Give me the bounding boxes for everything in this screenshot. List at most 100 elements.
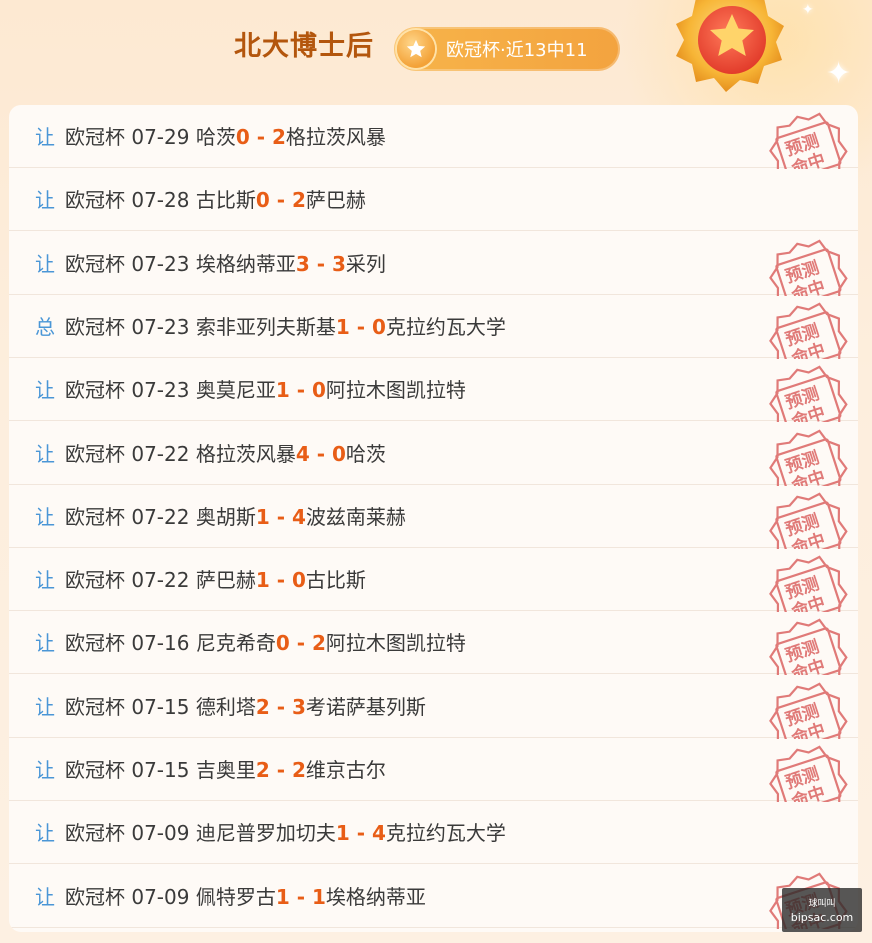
away-team: 维京古尔 xyxy=(305,758,386,782)
list-item[interactable]: 让欧冠杯 07-22 奥胡斯1 - 4波兹南莱赫 预测 命中 xyxy=(9,485,858,549)
bet-type-label: 让 xyxy=(35,188,55,213)
match-text: 欧冠杯 07-09 迪尼普罗加切夫1 - 4克拉约瓦大学 xyxy=(65,817,506,846)
medal-icon xyxy=(676,0,784,92)
list-item[interactable]: 让欧冠杯 07-15 德利塔2 - 3考诺萨基列斯 预测 命中 xyxy=(9,675,858,739)
match-info: 欧冠杯 07-23 索非亚列夫斯基 xyxy=(65,314,336,339)
list-item[interactable]: 让欧冠杯 07-16 尼克希奇0 - 2阿拉木图凯拉特 预测 命中 xyxy=(9,611,858,676)
score-separator: - xyxy=(269,568,292,593)
prediction-hit-stamp: 预测命中 xyxy=(769,362,849,423)
list-item[interactable]: 总欧冠杯 07-23 索非亚列夫斯基1 - 0克拉约瓦大学 预测 命中 xyxy=(9,295,858,359)
page-title: 北大博士后 xyxy=(234,31,374,62)
bet-type-label: 让 xyxy=(35,694,55,719)
match-info: 欧冠杯 07-22 萨巴赫 xyxy=(65,568,256,593)
list-item[interactable]: 让欧冠杯 07-29 哈茨0 - 2格拉茨风暴 预测 命中 xyxy=(9,105,858,169)
score-separator: - xyxy=(289,631,312,656)
away-score: 3 xyxy=(332,251,346,276)
home-score: 1 xyxy=(275,884,290,909)
home-score: 4 xyxy=(295,441,310,466)
list-item[interactable]: 让欧冠杯 07-28 古比斯0 - 2萨巴赫 xyxy=(9,168,858,232)
away-score: 0 xyxy=(312,378,326,403)
score-separator: - xyxy=(269,188,292,213)
match-info: 欧冠杯 07-29 哈茨 xyxy=(65,125,236,149)
prediction-hit-stamp: 预测命中 xyxy=(769,299,849,359)
score-separator: - xyxy=(269,694,292,719)
bet-type-label: 让 xyxy=(35,631,55,656)
match-info: 欧冠杯 07-23 奥莫尼亚 xyxy=(65,378,276,403)
home-score: 0 xyxy=(255,188,270,213)
match-text: 欧冠杯 07-23 奥莫尼亚1 - 0阿拉木图凯拉特 xyxy=(65,374,466,403)
match-text: 欧冠杯 07-28 古比斯0 - 2萨巴赫 xyxy=(65,184,366,213)
score-separator: - xyxy=(349,821,372,846)
home-score: 3 xyxy=(295,251,310,276)
list-item[interactable]: 让欧冠杯 07-15 吉奥里2 - 2维京古尔 预测 命中 xyxy=(9,738,858,802)
prediction-hit-stamp: 预测命中 xyxy=(769,489,849,549)
match-text: 欧冠杯 07-29 哈茨0 - 2格拉茨风暴 xyxy=(65,121,386,150)
match-info: 欧冠杯 07-15 吉奥里 xyxy=(65,758,256,782)
match-info: 欧冠杯 07-09 佩特罗古 xyxy=(65,884,276,909)
list-item[interactable]: 让欧冠杯 07-09 迪尼普罗加切夫1 - 4克拉约瓦大学 xyxy=(9,801,858,865)
away-score: 1 xyxy=(312,884,326,909)
prediction-hit-stamp: 预测命中 xyxy=(769,109,849,169)
home-score: 2 xyxy=(255,694,270,719)
bet-type-label: 让 xyxy=(35,568,55,593)
match-text: 欧冠杯 07-15 德利塔2 - 3考诺萨基列斯 xyxy=(65,691,426,720)
away-score: 4 xyxy=(372,821,386,846)
score-separator: - xyxy=(289,884,312,909)
away-score: 4 xyxy=(292,504,306,529)
match-text: 欧冠杯 07-23 埃格纳蒂亚3 - 3采列 xyxy=(65,248,386,277)
bet-type-label: 让 xyxy=(35,378,55,403)
prediction-hit-stamp: 预测命中 xyxy=(769,236,849,296)
list-item[interactable]: 让欧冠杯 07-22 格拉茨风暴4 - 0哈茨 预测 命中 xyxy=(9,422,858,486)
home-score: 2 xyxy=(255,758,270,782)
match-text: 欧冠杯 07-09 佩特罗古1 - 1埃格纳蒂亚 xyxy=(65,881,426,910)
prediction-hit-stamp: 预测命中 xyxy=(769,742,849,802)
home-score: 0 xyxy=(275,631,290,656)
score-separator: - xyxy=(249,125,272,149)
match-text: 欧冠杯 07-23 索非亚列夫斯基1 - 0克拉约瓦大学 xyxy=(65,311,506,340)
away-team: 古比斯 xyxy=(305,568,366,593)
list-item[interactable]: 让欧冠杯 07-22 萨巴赫1 - 0古比斯 预测 命中 xyxy=(9,548,858,613)
away-score: 0 xyxy=(372,314,386,339)
match-info: 欧冠杯 07-28 古比斯 xyxy=(65,188,256,213)
match-list: 让欧冠杯 07-29 哈茨0 - 2格拉茨风暴 预测 命中让欧冠杯 07-28 古比… xyxy=(9,105,858,932)
header: 北大博士后 欧冠杯·近13中11 ✦ ✦ xyxy=(0,0,872,100)
match-text: 欧冠杯 07-15 吉奥里2 - 2维京古尔 xyxy=(65,754,386,783)
away-score: 2 xyxy=(312,631,326,656)
bet-type-label: 让 xyxy=(35,441,55,466)
match-text: 欧冠杯 07-22 奥胡斯1 - 4波兹南莱赫 xyxy=(65,501,406,530)
score-separator: - xyxy=(309,441,332,466)
away-team: 哈茨 xyxy=(345,441,386,466)
score-separator: - xyxy=(309,251,332,276)
score-separator: - xyxy=(269,758,292,782)
away-team: 阿拉木图凯拉特 xyxy=(325,631,466,656)
away-score: 3 xyxy=(292,694,306,719)
star-icon xyxy=(397,30,435,68)
away-team: 埃格纳蒂亚 xyxy=(325,884,426,909)
prediction-hit-stamp: 预测命中 xyxy=(769,552,849,613)
bet-type-label: 让 xyxy=(35,884,55,909)
list-item[interactable]: 让欧冠杯 07-23 奥莫尼亚1 - 0阿拉木图凯拉特 预测 命中 xyxy=(9,358,858,423)
match-text: 欧冠杯 07-22 萨巴赫1 - 0古比斯 xyxy=(65,564,366,593)
sparkle-icon: ✦ xyxy=(802,2,814,18)
list-item[interactable]: 让欧冠杯 07-23 埃格纳蒂亚3 - 3采列 预测 命中 xyxy=(9,232,858,296)
record-badge[interactable]: 欧冠杯·近13中11 xyxy=(394,27,620,71)
match-info: 欧冠杯 07-22 格拉茨风暴 xyxy=(65,441,296,466)
match-text: 欧冠杯 07-22 格拉茨风暴4 - 0哈茨 xyxy=(65,438,386,467)
bet-type-label: 让 xyxy=(35,821,55,846)
away-team: 克拉约瓦大学 xyxy=(385,821,506,846)
list-item[interactable]: 让欧冠杯 07-09 佩特罗古1 - 1埃格纳蒂亚预测命中 xyxy=(9,865,858,929)
bet-type-label: 让 xyxy=(35,251,55,276)
score-separator: - xyxy=(349,314,372,339)
away-team: 萨巴赫 xyxy=(305,188,366,213)
score-separator: - xyxy=(289,378,312,403)
away-team: 波兹南莱赫 xyxy=(305,504,406,529)
prediction-hit-stamp: 预测命中 xyxy=(769,615,849,676)
prediction-hit-stamp: 预测命中 xyxy=(769,426,849,486)
match-info: 欧冠杯 07-15 德利塔 xyxy=(65,694,256,719)
bet-type-label: 总 xyxy=(35,314,55,339)
away-team: 阿拉木图凯拉特 xyxy=(325,378,466,403)
match-info: 欧冠杯 07-09 迪尼普罗加切夫 xyxy=(65,821,336,846)
away-score: 0 xyxy=(292,568,306,593)
badge-text: 欧冠杯·近13中11 xyxy=(446,40,588,61)
home-score: 1 xyxy=(335,821,350,846)
